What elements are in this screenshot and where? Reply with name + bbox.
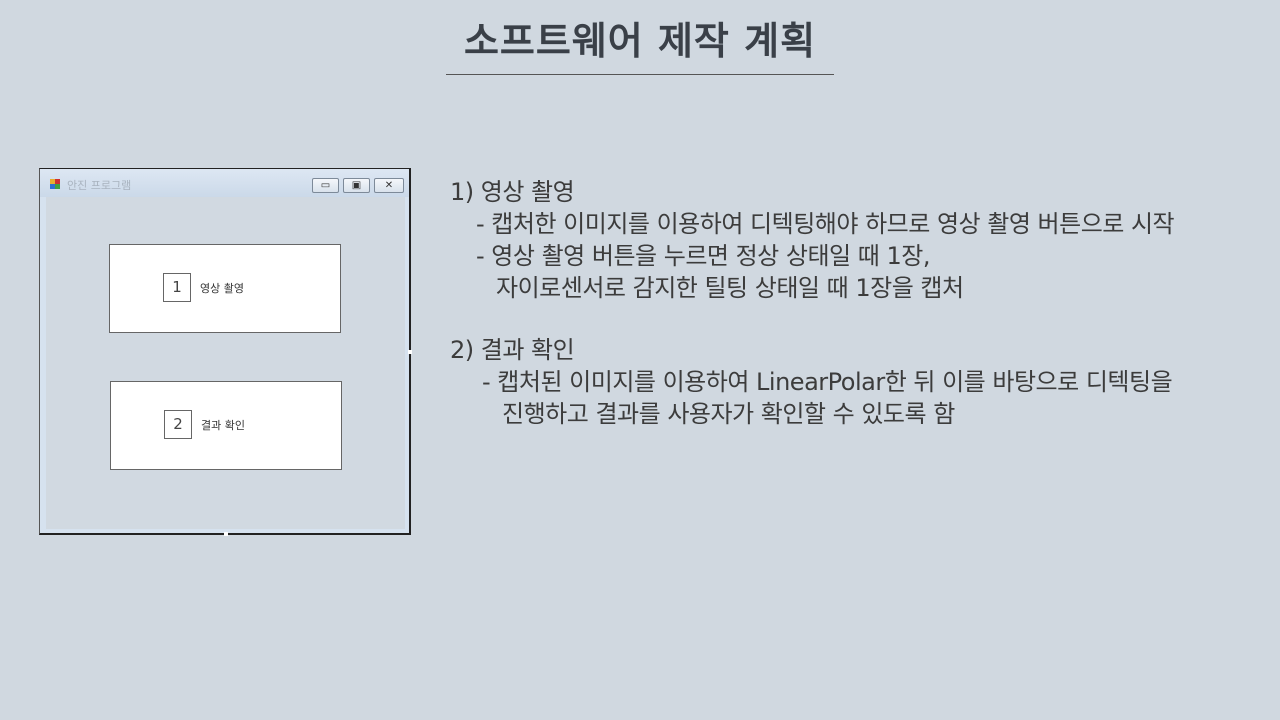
window-client-area: 1 영상 촬영 2 결과 확인 [46, 197, 405, 529]
button-number-box: 2 [164, 410, 192, 439]
close-icon[interactable]: ✕ [374, 178, 404, 193]
resize-handle-right[interactable] [408, 350, 412, 354]
section-line: - 캡처한 이미지를 이용하여 디텍팅해야 하므로 영상 촬영 버튼으로 시작 [476, 210, 1175, 238]
section-line: - 캡처된 이미지를 이용하여 LinearPolar한 뒤 이를 바탕으로 디… [482, 368, 1173, 396]
slide-title: 소프트웨어 제작 계획 [463, 18, 817, 63]
plan-description: 1) 영상 촬영 - 캡처한 이미지를 이용하여 디텍팅해야 하므로 영상 촬영… [450, 176, 1270, 430]
section-heading: 1) 영상 촬영 [450, 178, 575, 206]
section-line: 진행하고 결과를 사용자가 확인할 수 있도록 함 [502, 400, 955, 428]
window-titlebar[interactable]: 안진 프로그램 ▭ ▣ ✕ [40, 169, 409, 197]
app-window: 안진 프로그램 ▭ ▣ ✕ 1 영상 촬영 2 결과 확인 [39, 168, 412, 536]
record-video-button[interactable]: 1 영상 촬영 [109, 244, 341, 333]
section-line: 자이로센서로 감지한 틸팅 상태일 때 1장을 캡처 [496, 274, 964, 302]
window-title: 안진 프로그램 [67, 179, 132, 192]
section-line: - 영상 촬영 버튼을 누르면 정상 상태일 때 1장, [476, 242, 930, 270]
title-divider [446, 74, 834, 75]
record-video-label: 영상 촬영 [200, 282, 244, 295]
button-number-box: 1 [163, 273, 191, 302]
maximize-icon[interactable]: ▣ [343, 178, 370, 193]
app-icon [50, 179, 61, 190]
check-result-button[interactable]: 2 결과 확인 [110, 381, 342, 470]
section-heading: 2) 결과 확인 [450, 336, 575, 364]
resize-handle-bottom[interactable] [224, 532, 228, 536]
check-result-label: 결과 확인 [201, 419, 245, 432]
minimize-icon[interactable]: ▭ [312, 178, 339, 193]
